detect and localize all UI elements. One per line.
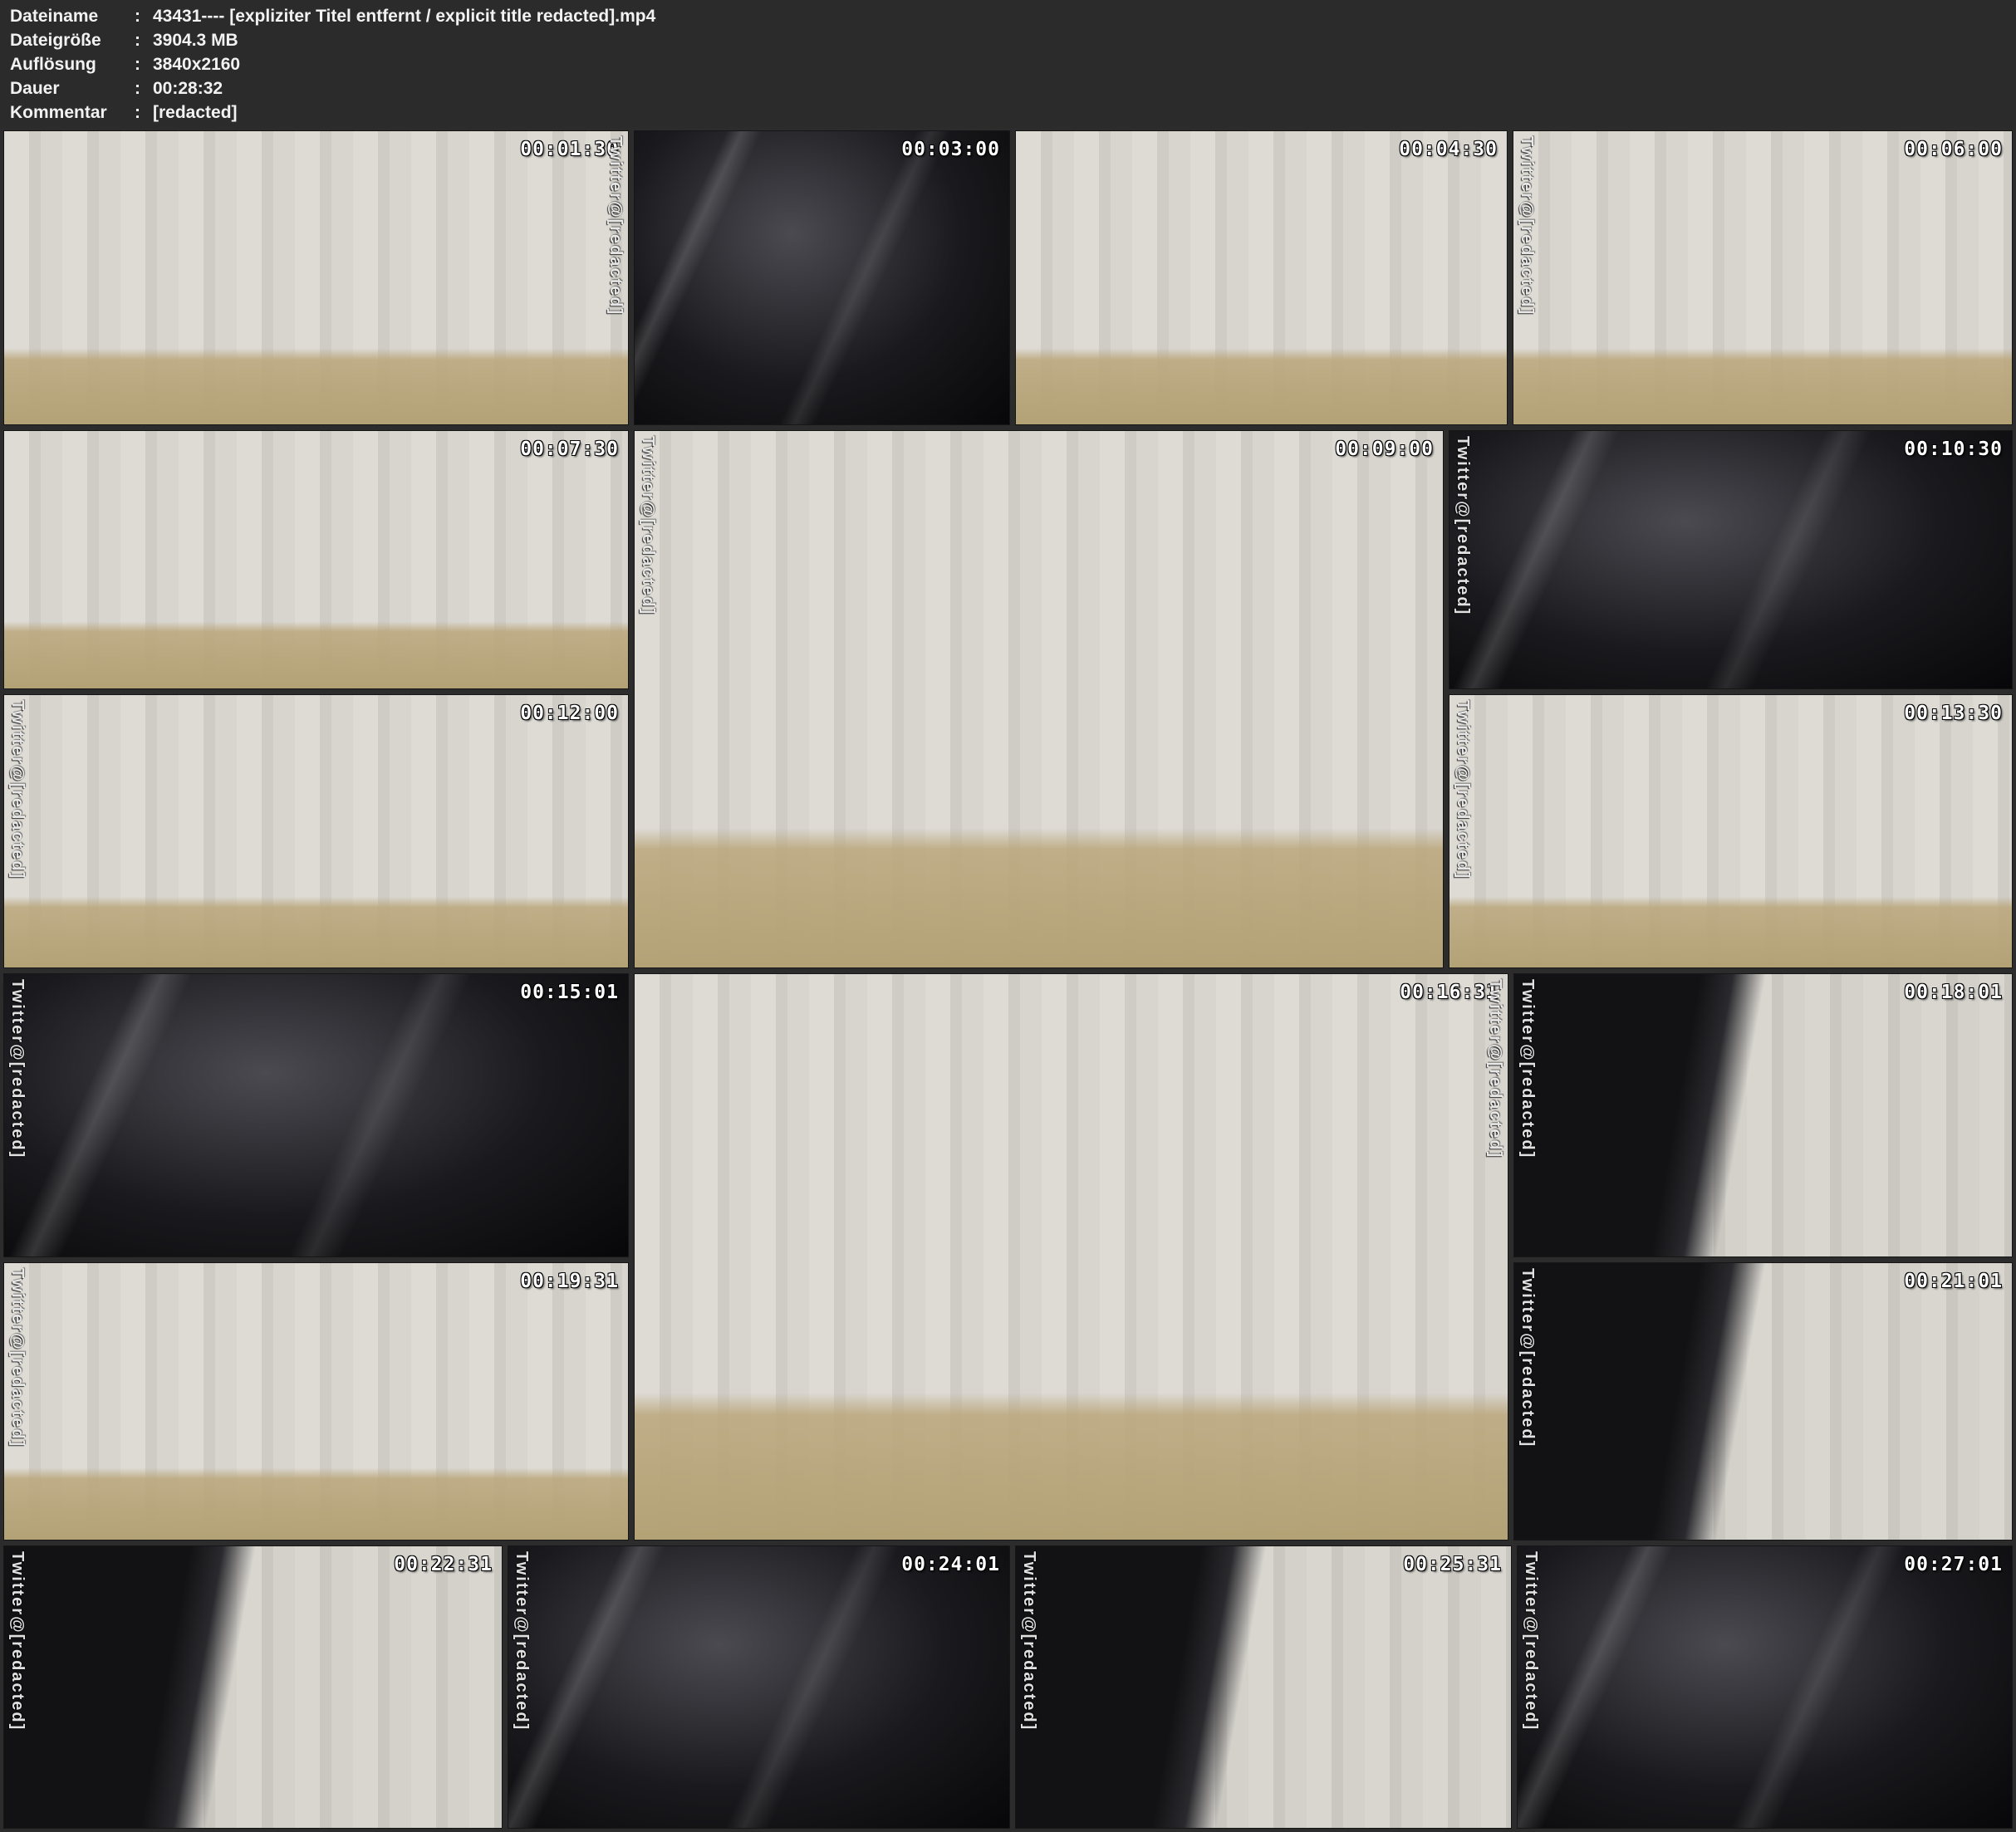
file-info-row-comment: Kommentar : [redacted] — [0, 101, 2016, 125]
comment-label: Kommentar — [0, 103, 135, 123]
timestamp-overlay: 00:04:30 — [1399, 139, 1498, 160]
watermark: Twitter@[redacted] — [7, 1268, 27, 1447]
separator: : — [135, 31, 153, 51]
video-thumbnail: 00:21:01 Twitter@[redacted] — [1513, 1262, 2013, 1541]
video-thumbnail: 00:09:00 Twitter@[redacted] — [634, 430, 1444, 968]
video-thumbnail: 00:12:00 Twitter@[redacted] — [3, 694, 629, 968]
video-thumbnail: 00:03:00 — [634, 130, 1010, 425]
file-info-row-resolution: Auflösung : 3840x2160 — [0, 53, 2016, 76]
separator: : — [135, 103, 153, 123]
watermark: Twitter@[redacted] — [606, 136, 625, 316]
filename-value: 43431---- [expliziter Titel entfernt / e… — [153, 7, 2016, 27]
resolution-label: Auflösung — [0, 55, 135, 75]
watermark: Twitter@[redacted] — [1517, 136, 1536, 316]
video-thumbnail: 00:19:31 Twitter@[redacted] — [3, 1262, 629, 1541]
filename-label: Dateiname — [0, 7, 135, 27]
watermark: Twitter@[redacted] — [1518, 979, 1537, 1158]
timestamp-overlay: 00:15:01 — [520, 982, 619, 1003]
video-thumbnail: 00:22:31 Twitter@[redacted] — [3, 1545, 503, 1829]
timestamp-overlay: 00:12:00 — [520, 703, 619, 724]
timestamp-overlay: 00:01:30 — [520, 139, 619, 160]
watermark: Twitter@[redacted] — [1453, 700, 1472, 879]
video-thumbnail: 00:25:31 Twitter@[redacted] — [1015, 1545, 1512, 1829]
timestamp-overlay: 00:25:31 — [1403, 1554, 1502, 1575]
watermark: Twitter@[redacted] — [1019, 1551, 1038, 1731]
file-info-row-filesize: Dateigröße : 3904.3 MB — [0, 29, 2016, 52]
timestamp-overlay: 00:03:00 — [901, 139, 1000, 160]
timestamp-overlay: 00:16:31 — [1400, 982, 1499, 1003]
video-thumbnail: 00:18:01 Twitter@[redacted] — [1513, 973, 2013, 1257]
duration-value: 00:28:32 — [153, 79, 2016, 99]
video-thumbnail: 00:04:30 — [1015, 130, 1508, 425]
watermark: Twitter@[redacted] — [1453, 436, 1472, 615]
video-thumbnail: 00:27:01 Twitter@[redacted] — [1517, 1545, 2013, 1829]
video-thumbnail: 00:10:30 Twitter@[redacted] — [1449, 430, 2013, 689]
timestamp-overlay: 00:10:30 — [1904, 438, 2003, 460]
timestamp-overlay: 00:21:01 — [1904, 1271, 2003, 1292]
watermark: Twitter@[redacted] — [1518, 1268, 1537, 1447]
separator: : — [135, 7, 153, 27]
watermark: Twitter@[redacted] — [1521, 1551, 1540, 1731]
watermark: Twitter@[redacted] — [638, 436, 657, 615]
watermark: Twitter@[redacted] — [7, 700, 27, 879]
video-thumbnail: 00:15:01 Twitter@[redacted] — [3, 973, 629, 1257]
timestamp-overlay: 00:22:31 — [394, 1554, 493, 1575]
timestamp-overlay: 00:07:30 — [520, 438, 619, 460]
video-thumbnail: 00:13:30 Twitter@[redacted] — [1449, 694, 2013, 968]
separator: : — [135, 55, 153, 75]
timestamp-overlay: 00:27:01 — [1904, 1554, 2003, 1575]
file-info-row-filename: Dateiname : 43431---- [expliziter Titel … — [0, 5, 2016, 28]
duration-label: Dauer — [0, 79, 135, 99]
comment-value: [redacted] — [153, 103, 2016, 123]
separator: : — [135, 79, 153, 99]
video-thumbnail: 00:07:30 — [3, 430, 629, 689]
video-thumbnail: 00:16:31Twitter@[redacted] — [634, 973, 1508, 1541]
timestamp-overlay: 00:06:00 — [1904, 139, 2003, 160]
timestamp-overlay: 00:09:00 — [1335, 438, 1434, 460]
watermark: Twitter@[redacted] — [7, 1551, 27, 1731]
filesize-value: 3904.3 MB — [153, 31, 2016, 51]
thumbnail-grid: 00:01:30Twitter@[redacted]00:03:0000:04:… — [0, 127, 2016, 1832]
filesize-label: Dateigröße — [0, 31, 135, 51]
video-thumbnail: 00:24:01 Twitter@[redacted] — [508, 1545, 1010, 1829]
timestamp-overlay: 00:13:30 — [1904, 703, 2003, 724]
watermark: Twitter@[redacted] — [1485, 979, 1504, 1158]
timestamp-overlay: 00:24:01 — [901, 1554, 1000, 1575]
video-thumbnail: 00:01:30Twitter@[redacted] — [3, 130, 629, 425]
resolution-value: 3840x2160 — [153, 55, 2016, 75]
file-info-row-duration: Dauer : 00:28:32 — [0, 77, 2016, 100]
watermark: Twitter@[redacted] — [7, 979, 27, 1158]
video-thumbnail: 00:06:00 Twitter@[redacted] — [1513, 130, 2013, 425]
file-info-header: Dateiname : 43431---- [expliziter Titel … — [0, 0, 2016, 127]
watermark: Twitter@[redacted] — [512, 1551, 531, 1731]
timestamp-overlay: 00:18:01 — [1904, 982, 2003, 1003]
timestamp-overlay: 00:19:31 — [520, 1271, 619, 1292]
